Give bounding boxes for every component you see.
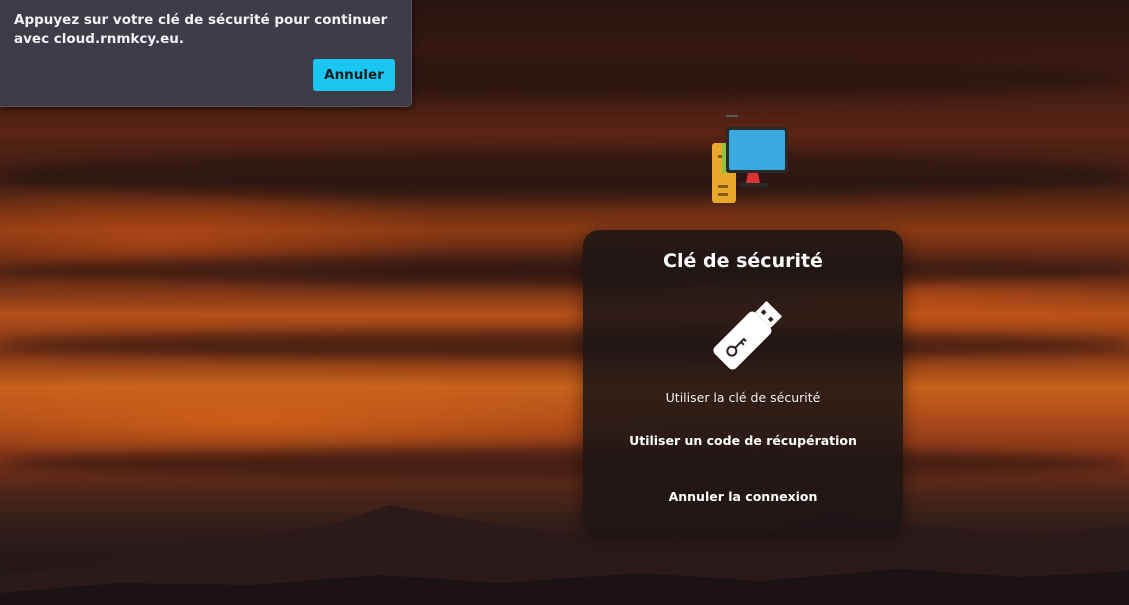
security-key-card: Clé de sécurité Utiliser la clé de sécur… <box>583 230 903 533</box>
computer-logo-icon <box>712 115 788 203</box>
use-recovery-code-link[interactable]: Utiliser un code de récupération <box>583 433 903 448</box>
card-title: Clé de sécurité <box>663 250 823 272</box>
usb-security-key-icon[interactable] <box>698 292 794 382</box>
background-cloud <box>0 330 1129 358</box>
cancel-button[interactable]: Annuler <box>313 59 395 91</box>
use-security-key-label[interactable]: Utiliser la clé de sécurité <box>583 390 903 405</box>
cancel-login-link[interactable]: Annuler la connexion <box>583 489 903 504</box>
background-cloud <box>0 150 1129 200</box>
mountain-silhouette <box>0 505 1129 605</box>
security-key-prompt-dialog: Appuyez sur votre clé de sécurité pour c… <box>0 0 412 107</box>
background-cloud <box>0 255 1129 285</box>
dialog-message: Appuyez sur votre clé de sécurité pour c… <box>14 12 388 47</box>
